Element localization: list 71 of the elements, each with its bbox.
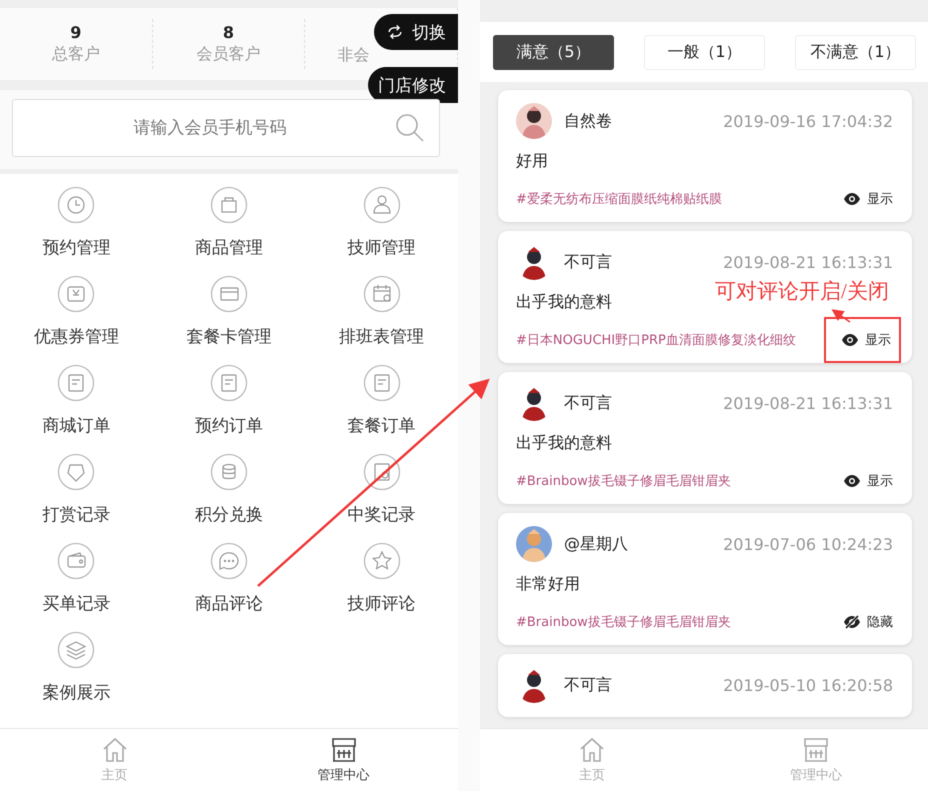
- stat-label: 非会: [337, 45, 370, 66]
- document-icon: [362, 364, 401, 402]
- user-name: 自然卷: [564, 110, 612, 132]
- badge-icon: [57, 453, 96, 491]
- storefront-icon: [802, 736, 830, 762]
- visibility-toggle[interactable]: 显示: [843, 472, 893, 490]
- ticket-icon: [57, 275, 96, 313]
- menu-item[interactable]: 优惠券管理: [34, 275, 119, 348]
- menu-item[interactable]: 技师评论: [348, 542, 416, 615]
- person-icon: [362, 186, 401, 224]
- review-text: 出乎我的意料: [516, 292, 613, 313]
- menu-item[interactable]: 打赏记录: [42, 453, 110, 526]
- menu-item[interactable]: 买单记录: [42, 542, 110, 615]
- document-icon: [57, 364, 96, 402]
- stat-label: 总客户: [52, 44, 100, 65]
- medal-icon: [362, 453, 401, 491]
- review-time: 2019-08-21 16:13:31: [723, 252, 893, 272]
- product-tag: #Brainbow拔毛镊子修眉毛眉钳眉夹: [516, 472, 731, 490]
- search-icon: [394, 112, 426, 144]
- tab-bar-item[interactable]: 管理中心: [229, 729, 458, 791]
- user-name: @星期八: [564, 534, 628, 554]
- user-name: 不可言: [564, 252, 612, 272]
- document-icon: [210, 364, 248, 402]
- home-icon: [578, 736, 606, 762]
- menu-item[interactable]: 预约管理: [42, 186, 110, 259]
- menu-item[interactable]: 中奖记录: [348, 453, 416, 526]
- filter-tab[interactable]: 不满意（1）: [795, 34, 916, 70]
- menu-item[interactable]: 排班表管理: [339, 275, 424, 348]
- menu-item[interactable]: 技师管理: [348, 186, 416, 259]
- review-time: 2019-09-16 17:04:32: [723, 112, 893, 130]
- menu-item[interactable]: 商城订单: [42, 364, 110, 437]
- bag-icon: [210, 186, 248, 224]
- menu-item[interactable]: 商品评论: [194, 542, 263, 615]
- visibility-toggle[interactable]: 显示: [841, 331, 891, 349]
- edit-store-button[interactable]: 门店修改: [368, 67, 458, 103]
- stat-value: 9: [70, 23, 82, 42]
- user-name: 不可言: [564, 392, 612, 414]
- home-icon: [100, 736, 128, 762]
- coins-icon: [210, 453, 248, 491]
- menu-item[interactable]: 商品管理: [194, 186, 263, 259]
- product-tag: #日本NOGUCHI野口PRP血清面膜修复淡化细纹: [516, 331, 796, 349]
- layers-icon: [57, 631, 96, 669]
- search-field[interactable]: 请输入会员手机号码: [12, 99, 440, 157]
- user-name: 不可言: [564, 674, 612, 696]
- visibility-toggle[interactable]: 显示: [843, 190, 893, 208]
- annotation-text: 可对评论开启/关闭: [715, 278, 889, 305]
- filter-tab[interactable]: 满意（5）: [493, 34, 614, 70]
- menu-item[interactable]: 预约订单: [194, 364, 263, 437]
- chat-icon: [210, 542, 248, 580]
- menu-item[interactable]: 积分兑换: [194, 453, 263, 526]
- calendar-icon: [362, 275, 401, 313]
- menu-item[interactable]: 套餐卡管理: [186, 275, 272, 348]
- visibility-toggle[interactable]: 隐藏: [843, 613, 893, 631]
- menu-item[interactable]: 套餐订单: [348, 364, 416, 437]
- filter-tab[interactable]: 一般（1）: [644, 34, 765, 70]
- switch-button[interactable]: 切换: [374, 14, 458, 50]
- stat-value: 8: [222, 23, 234, 42]
- review-text: 非常好用: [516, 574, 581, 595]
- storefront-icon: [330, 736, 358, 762]
- review-text: 出乎我的意料: [516, 433, 613, 454]
- product-tag: #Brainbow拔毛镊子修眉毛眉钳眉夹: [516, 613, 731, 631]
- product-tag: #爱柔无纺布压缩面膜纸纯棉贴纸膜: [516, 190, 722, 208]
- review-time: 2019-07-06 10:24:23: [723, 534, 893, 554]
- clock-icon: [57, 186, 96, 224]
- stat-label: 会员客户: [196, 44, 260, 65]
- review-time: 2019-05-10 16:20:58: [723, 676, 893, 694]
- card-icon: [210, 275, 248, 313]
- menu-item[interactable]: 案例展示: [42, 631, 110, 704]
- review-text: 好用: [516, 151, 549, 172]
- wallet-icon: [57, 542, 96, 580]
- review-time: 2019-08-21 16:13:31: [723, 394, 893, 412]
